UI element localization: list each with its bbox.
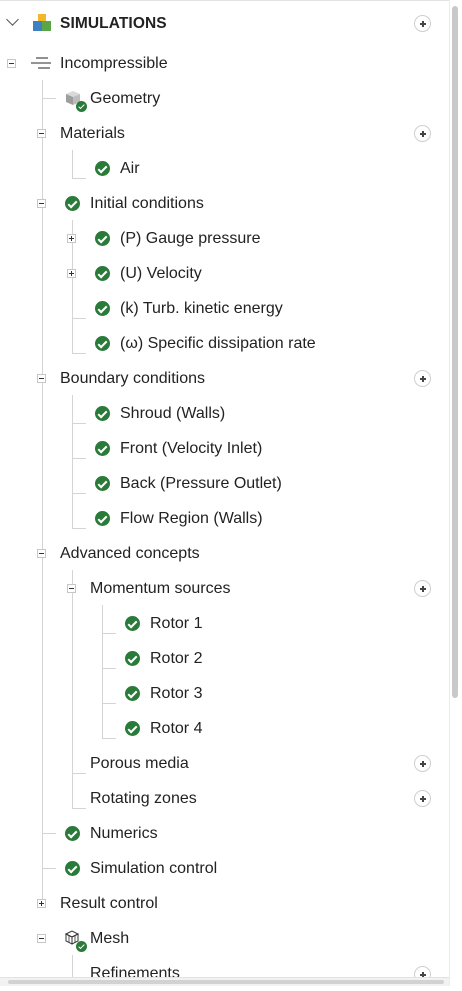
collapse-toggle[interactable] [37,934,46,943]
tree-item-label: Incompressible [60,55,168,72]
tree-item-label: Advanced concepts [60,545,200,562]
tree-item-back[interactable]: Back (Pressure Outlet) [0,466,449,501]
expand-toggle[interactable] [37,899,46,908]
tree-item-label: Materials [60,125,125,142]
status-ok-icon [95,511,110,526]
tree-item-rotating-zones[interactable]: Rotating zones [0,781,449,816]
tree-item-rotor-4[interactable]: Rotor 4 [0,711,449,746]
status-ok-icon [95,161,110,176]
collapse-toggle[interactable] [37,129,46,138]
collapse-toggle[interactable] [37,549,46,558]
horizontal-scrollbar-thumb[interactable] [8,980,444,984]
collapse-toggle[interactable] [67,584,76,593]
simulations-title: SIMULATIONS [60,15,167,32]
vertical-scrollbar-thumb[interactable] [452,6,458,698]
tree-item-rotor-3[interactable]: Rotor 3 [0,676,449,711]
tree-item-velocity[interactable]: (U) Velocity [0,256,449,291]
add-boundary-condition-button[interactable] [414,370,431,387]
status-ok-icon [95,441,110,456]
tree-item-initial-conditions[interactable]: Initial conditions [0,186,449,221]
expand-toggle[interactable] [67,234,76,243]
tree-item-label: (ω) Specific dissipation rate [120,335,316,352]
tree-item-label: Mesh [90,930,130,947]
tree-item-label: (k) Turb. kinetic energy [120,300,283,317]
tree-item-momentum-sources[interactable]: Momentum sources [0,571,449,606]
status-ok-icon [65,861,80,876]
tree-item-incompressible[interactable]: Incompressible [0,46,449,81]
tree-item-label: Momentum sources [90,580,231,597]
collapse-toggle[interactable] [7,59,16,68]
tree-item-label: Geometry [90,90,161,107]
chevron-down-icon[interactable] [6,13,19,26]
status-ok-icon [125,686,140,701]
add-simulation-button[interactable] [414,15,431,32]
tree-item-air[interactable]: Air [0,151,449,186]
status-ok-icon [125,651,140,666]
tree-item-porous-media[interactable]: Porous media [0,746,449,781]
tree-item-label: Porous media [90,755,189,772]
tree-item-label: Rotor 4 [150,720,203,737]
status-ok-icon [95,406,110,421]
add-material-button[interactable] [414,125,431,142]
status-ok-icon [95,301,110,316]
tree-item-shroud[interactable]: Shroud (Walls) [0,396,449,431]
tree-item-rotor-1[interactable]: Rotor 1 [0,606,449,641]
collapse-toggle[interactable] [37,199,46,208]
tree-item-flow-region[interactable]: Flow Region (Walls) [0,501,449,536]
add-momentum-source-button[interactable] [414,580,431,597]
simulations-header[interactable]: SIMULATIONS [0,5,449,41]
tree-item-label: Numerics [90,825,158,842]
tree-item-mesh[interactable]: Mesh [0,921,449,956]
tree-item-label: Rotor 1 [150,615,203,632]
tree-item-materials[interactable]: Materials [0,116,449,151]
tree-item-label: Air [120,160,140,177]
tree-item-label: Back (Pressure Outlet) [120,475,282,492]
tree-item-label: Front (Velocity Inlet) [120,440,263,457]
top-border [0,0,462,1]
tree-item-label: Rotating zones [90,790,197,807]
tree-item-specific-dissipation-rate[interactable]: (ω) Specific dissipation rate [0,326,449,361]
tree-item-numerics[interactable]: Numerics [0,816,449,851]
tree-item-label: Result control [60,895,158,912]
status-ok-icon [76,101,87,112]
expand-toggle[interactable] [67,269,76,278]
status-ok-icon [65,196,80,211]
tree-item-simulation-control[interactable]: Simulation control [0,851,449,886]
status-ok-icon [95,336,110,351]
status-ok-icon [95,476,110,491]
tree-item-label: Rotor 3 [150,685,203,702]
tree-item-label: Initial conditions [90,195,204,212]
simulations-cubes-icon [32,13,52,33]
tree-item-result-control[interactable]: Result control [0,886,449,921]
status-ok-icon [95,231,110,246]
tree-item-boundary-conditions[interactable]: Boundary conditions [0,361,449,396]
add-rotating-zone-button[interactable] [414,790,431,807]
tree-item-label: Flow Region (Walls) [120,510,263,527]
status-ok-icon [65,826,80,841]
tree-item-label: Boundary conditions [60,370,205,387]
status-ok-icon [76,941,87,952]
tree-item-gauge-pressure[interactable]: (P) Gauge pressure [0,221,449,256]
tree-item-rotor-2[interactable]: Rotor 2 [0,641,449,676]
status-ok-icon [125,616,140,631]
tree-item-label: Simulation control [90,860,218,877]
status-ok-icon [125,721,140,736]
tree-item-label: (P) Gauge pressure [120,230,261,247]
collapse-toggle[interactable] [37,374,46,383]
tree-item-label: (U) Velocity [120,265,202,282]
tree-item-front[interactable]: Front (Velocity Inlet) [0,431,449,466]
simulation-type-icon [30,56,52,70]
tree-item-turb-kinetic-energy[interactable]: (k) Turb. kinetic energy [0,291,449,326]
add-porous-media-button[interactable] [414,755,431,772]
status-ok-icon [95,266,110,281]
tree-item-geometry[interactable]: Geometry [0,81,449,116]
simulations-tree-panel: SIMULATIONS Incompressible Geometry Mate… [0,0,462,986]
tree-item-label: Rotor 2 [150,650,203,667]
tree-item-label: Shroud (Walls) [120,405,226,422]
tree-item-advanced-concepts[interactable]: Advanced concepts [0,536,449,571]
